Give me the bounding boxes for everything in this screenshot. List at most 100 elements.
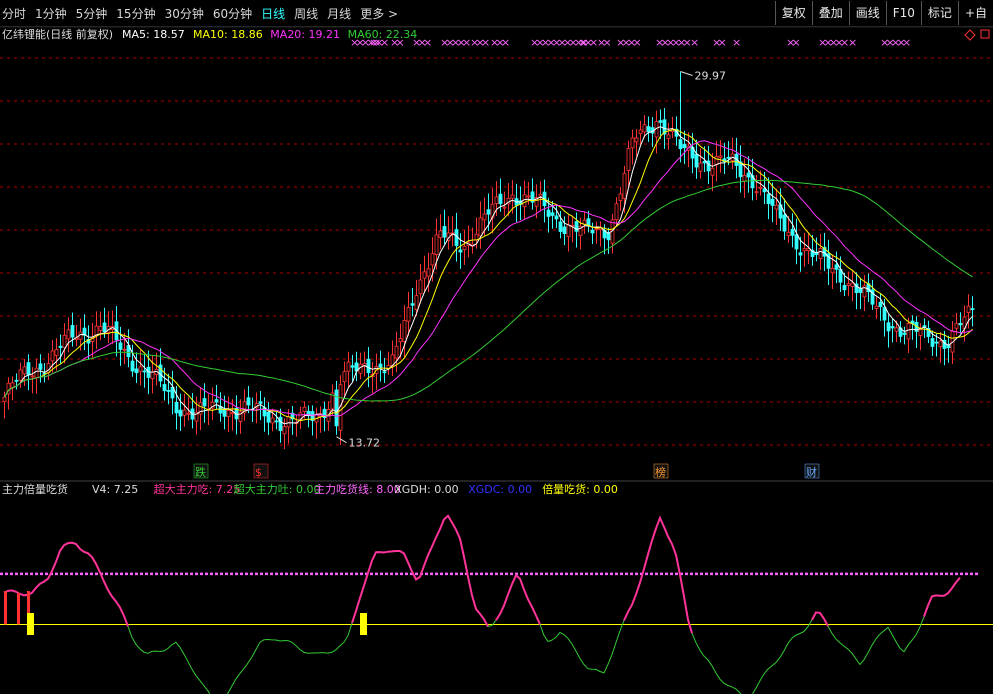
candle-body (222, 409, 227, 417)
indicator-legend-item: V4: 7.25 (92, 483, 138, 496)
candle-body (410, 303, 415, 306)
candle-body (666, 134, 671, 139)
main-legend-item: MA20: 19.21 (270, 28, 340, 41)
candle-body (134, 368, 139, 374)
candle-body (62, 334, 67, 348)
candle-body (906, 323, 911, 340)
candle-body (742, 174, 747, 182)
candle-body (142, 370, 147, 373)
main-legend-title: 亿纬锂能(日线 前复权) (2, 27, 113, 41)
candle-body (550, 212, 555, 216)
super-buy-line (3, 541, 129, 627)
super-sell-line (691, 619, 813, 694)
candle-body (834, 264, 839, 270)
indicator-legend-item: 倍量吃货: 0.00 (542, 482, 618, 496)
super-buy-line (495, 573, 541, 625)
main-legend-item: MA10: 18.86 (193, 28, 263, 41)
candle-body (658, 120, 663, 123)
chart-canvas[interactable]: 29.9713.72×××××××× ×× ××× ×××××××× ××× ××××××… (0, 0, 993, 694)
candle-body (2, 396, 7, 403)
candle-body (638, 129, 643, 135)
candle-body (166, 390, 171, 392)
candle-body (430, 253, 435, 266)
indicator-legend-item: XGDC: 0.00 (468, 483, 532, 496)
candle-body (398, 338, 403, 343)
candle-body (162, 384, 167, 392)
candle-body (498, 193, 503, 205)
candle-body (538, 193, 543, 197)
candle-body (918, 329, 923, 336)
candle-body (246, 397, 251, 406)
candle-body (634, 137, 639, 143)
candle-body (382, 371, 387, 374)
candle-body (546, 209, 551, 217)
candle-body (102, 322, 107, 333)
candle-body (774, 204, 779, 210)
candle-body (754, 191, 759, 194)
candle-body (14, 379, 19, 382)
double-volume-bar (27, 613, 34, 635)
candle-body (958, 322, 963, 326)
low-pointer (336, 436, 347, 444)
candle-body (770, 198, 775, 206)
candle-body (698, 162, 703, 172)
signal-mark: × (792, 36, 801, 49)
candle-body (882, 307, 887, 321)
candle-body (458, 249, 463, 253)
signal-mark: × (481, 36, 490, 49)
super-buy-line (923, 577, 961, 617)
candle-body (350, 365, 355, 368)
candle-body (50, 350, 55, 362)
candle-body (482, 213, 487, 221)
candle-body (574, 221, 579, 232)
candle-body (418, 279, 423, 295)
candle-body (502, 206, 507, 209)
candle-body (526, 195, 531, 198)
candle-body (798, 252, 803, 256)
candle-body (98, 326, 103, 331)
signal-mark: × (848, 36, 857, 49)
candle-body (270, 417, 275, 424)
super-sell-line (127, 622, 353, 694)
high-price-label: 29.97 (695, 69, 727, 82)
candle-body (438, 230, 443, 238)
candle-body (130, 360, 135, 372)
candle-body (830, 267, 835, 274)
candle-body (966, 305, 971, 314)
candle-body (642, 124, 647, 133)
event-marker: $ (255, 466, 262, 479)
candle-body (714, 156, 719, 165)
candle-body (202, 398, 207, 407)
candle-body (790, 228, 795, 236)
candle-body (334, 389, 339, 427)
candle-body (590, 229, 595, 234)
candle-body (594, 228, 599, 231)
candle-body (414, 295, 419, 310)
candle-body (394, 345, 399, 359)
candle-body (618, 193, 623, 201)
event-marker: 财 (806, 465, 817, 479)
candle-body (802, 248, 807, 252)
candle-body (494, 196, 499, 204)
event-marker: 榜 (655, 465, 666, 479)
main-legend-item: MA60: 22.34 (348, 28, 418, 41)
event-marker: 跌 (195, 465, 206, 479)
candle-body (282, 426, 287, 435)
candle-body (746, 172, 751, 178)
super-buy-line (623, 515, 693, 634)
candle-body (842, 285, 847, 291)
candle-body (622, 172, 627, 199)
candle-body (274, 420, 279, 423)
candle-body (58, 345, 63, 348)
candle-body (646, 126, 651, 133)
candle-body (614, 203, 619, 221)
candle-body (18, 369, 23, 381)
candle-body (342, 371, 347, 383)
candle-body (266, 411, 271, 423)
square-icon (980, 29, 990, 39)
candle-body (486, 209, 491, 215)
candle-body (630, 137, 635, 149)
red-volume-bar (4, 591, 7, 625)
candle-body (566, 224, 571, 237)
candle-body (626, 148, 631, 171)
